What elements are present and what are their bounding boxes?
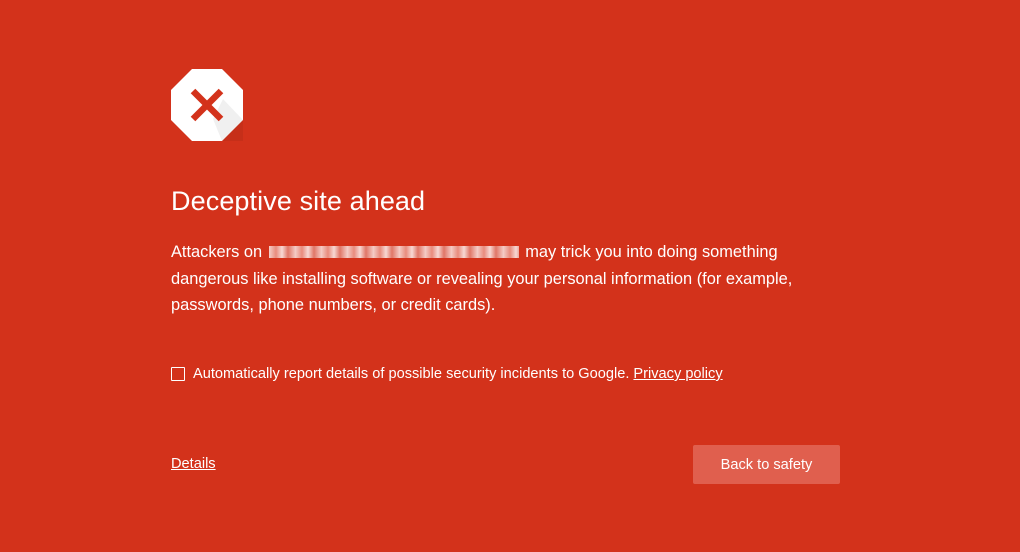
warning-octagon-icon [171, 69, 243, 141]
back-to-safety-button[interactable]: Back to safety [693, 445, 840, 484]
details-link[interactable]: Details [171, 456, 216, 472]
report-option: Automatically report details of possible… [171, 364, 723, 384]
interstitial-page: Deceptive site ahead Attackers on may tr… [0, 0, 1020, 552]
warning-message: Attackers on may trick you into doing so… [171, 239, 831, 319]
report-label: Automatically report details of possible… [193, 366, 630, 382]
privacy-policy-link[interactable]: Privacy policy [633, 366, 722, 382]
redacted-site-url [268, 246, 519, 258]
page-title: Deceptive site ahead [171, 186, 426, 216]
report-checkbox[interactable] [171, 367, 185, 381]
message-prefix: Attackers on [171, 243, 263, 261]
